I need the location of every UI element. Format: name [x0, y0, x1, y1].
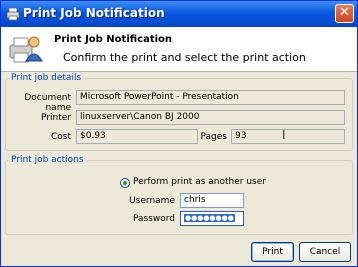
pages-value: 93 [235, 131, 247, 141]
password-field[interactable]: ●●●●●●●● [180, 211, 244, 226]
print-button[interactable]: Print [251, 242, 294, 262]
header-subtitle: Confirm the print and select the print a… [63, 51, 306, 64]
pages-label: Pages [200, 132, 227, 142]
cancel-button[interactable]: Cancel [299, 242, 351, 262]
printer-field[interactable]: linuxserver\Canon BJ 2000 [76, 110, 345, 125]
text-cursor-icon: I [282, 129, 286, 142]
pages-field[interactable]: 93 I [231, 129, 345, 144]
header-title: Print Job Notification [54, 34, 173, 45]
details-legend: Print job details [11, 73, 82, 83]
username-field[interactable]: chris [180, 193, 244, 208]
close-button[interactable]: ✕ [335, 4, 354, 23]
printer-user-icon [9, 36, 43, 63]
document-name-field[interactable]: Microsoft PowerPoint - Presentation [76, 90, 345, 105]
printer-label: Printer [41, 113, 71, 123]
close-icon: ✕ [339, 5, 350, 20]
title-bar[interactable]: Print Job Notification ✕ [1, 1, 357, 27]
window-title: Print Job Notification [23, 6, 165, 20]
perform-as-user-label[interactable]: Perform print as another user [133, 177, 266, 187]
username-label: Username [129, 196, 175, 206]
actions-legend: Print job actions [11, 155, 84, 165]
password-value: ●●●●●●●● [184, 214, 235, 222]
document-name-label: Document name [24, 93, 71, 113]
perform-as-user-radio[interactable] [120, 178, 130, 188]
printer-icon [6, 7, 20, 21]
dialog-header: Print Job Notification Confirm the print… [1, 27, 357, 72]
password-label: Password [132, 214, 175, 224]
cost-field[interactable]: $0.93 [76, 129, 198, 144]
print-notification-window: Print Job Notification ✕ Print Job Notif… [0, 0, 358, 267]
print-job-actions-group: Print job actions [5, 155, 353, 235]
cost-label: Cost [50, 132, 71, 142]
